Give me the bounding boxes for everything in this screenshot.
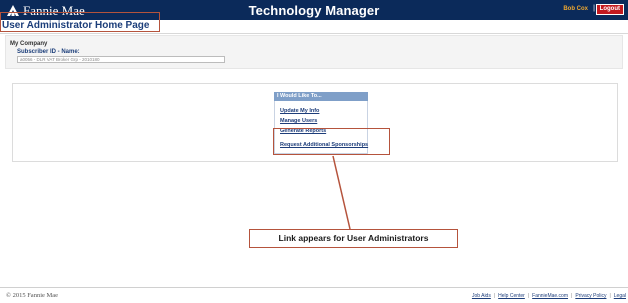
footer-links: Job Aids | Help Center | FannieMae.com |… [472, 293, 626, 299]
footer-link-help-center[interactable]: Help Center [498, 293, 525, 299]
callout-line [332, 155, 351, 230]
copyright-text: © 2015 Fannie Mae [6, 292, 59, 299]
footer-link-privacy-policy[interactable]: Privacy Policy [575, 293, 606, 299]
footer-separator: | [609, 293, 611, 299]
footer-link-job-aids[interactable]: Job Aids [472, 293, 491, 299]
page: Fannie Mae Technology Manager Bob Cox | … [0, 0, 628, 303]
callout-label: Link appears for User Administrators [249, 229, 458, 248]
footer-separator: | [527, 293, 530, 299]
footer-separator: | [493, 293, 496, 299]
footer-link-fanniemae-com[interactable]: FannieMae.com [532, 293, 568, 299]
footer-separator: | [571, 293, 573, 299]
footer-link-legal[interactable]: Legal [614, 293, 626, 299]
